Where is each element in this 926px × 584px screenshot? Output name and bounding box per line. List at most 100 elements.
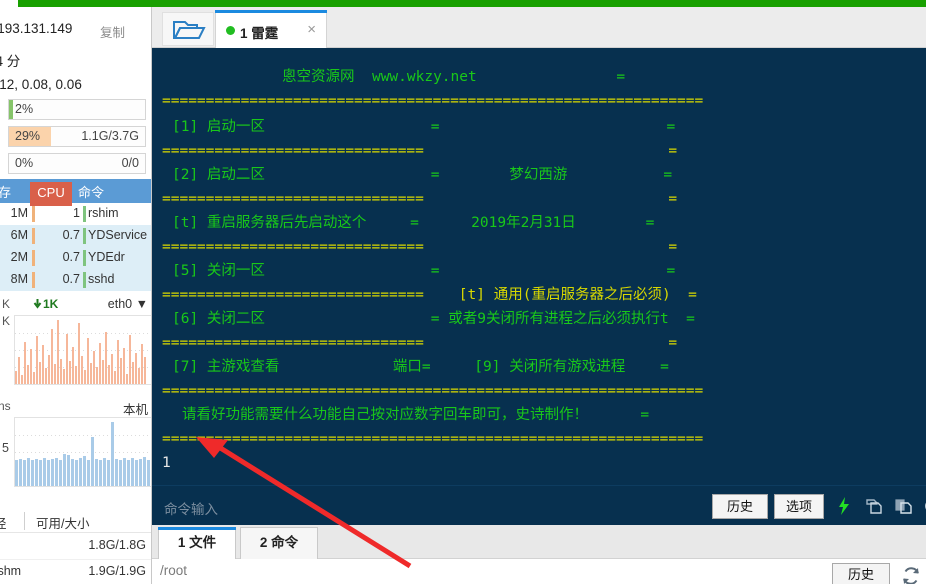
terminal-tab[interactable]: 1 雷霆 × [215,10,327,48]
console-line: [5] 关闭一区 = = [172,263,676,279]
chart-bar [81,356,83,384]
network-traffic-chart [14,315,151,385]
process-memory: 2M [10,250,28,264]
command-input-placeholder[interactable]: 命令输入 [164,498,218,518]
chart-bar [72,347,74,384]
connection-status-dot [226,26,235,35]
file-refresh-icon[interactable] [900,565,922,584]
network-interface-selector[interactable]: eth0 ▼ [108,297,148,311]
chart-bar [138,368,140,384]
table-row[interactable]: /shm 1.9G/1.9G [0,559,151,584]
chart-bar [102,360,104,384]
bolt-icon[interactable] [836,496,852,521]
connections-host-label[interactable]: 本机 [123,399,148,418]
paste-icon[interactable] [894,496,914,521]
chart-bar [48,355,50,384]
chart-bar [129,335,131,384]
chart-bar [75,460,78,486]
chart-bar [132,362,134,384]
console-line: [7] 主游戏查看 端口= [9] 关闭所有游戏进程 = [172,359,669,375]
chart-bar [19,459,22,486]
history-button[interactable]: 历史 [712,494,768,519]
network-upload-label-2: K [2,314,11,328]
file-manager-panel: 1 文件 2 命令 /root 历史 [152,525,926,584]
memory-meter-value: 1.1G/3.7G [81,129,139,143]
chart-bar [111,422,114,486]
chart-bar [117,340,119,384]
chart-bar [123,348,125,384]
connections-count: 5 [2,441,9,455]
chart-bar [59,460,62,486]
chart-bar [135,353,137,384]
chart-gridline [15,452,151,453]
process-cpu-bar [83,250,86,266]
console-line: [6] 关闭二区 = 或者9关闭所有进程之后必须执行t = [172,311,695,327]
close-icon[interactable]: × [307,21,316,38]
chart-bar [71,459,74,486]
file-history-button[interactable]: 历史 [832,563,890,584]
terminal-scrollbar[interactable] [922,48,926,523]
process-memory-bar [32,206,35,222]
options-button[interactable]: 选项 [774,494,824,519]
chart-bar [96,367,98,384]
chart-bar [51,459,54,486]
chart-bar [57,320,59,384]
chart-bar [141,344,143,384]
tab-commands[interactable]: 2 命令 [240,527,318,559]
chevron-down-icon: ▼ [135,297,148,311]
chart-bar [27,365,29,384]
console-line: ========================================… [162,93,704,109]
chart-bar [126,374,128,384]
process-command: YDEdr [88,250,125,264]
process-cpu: 0.7 [62,272,80,286]
chart-bar [111,354,113,384]
chart-bar [107,460,110,486]
refresh-icon[interactable] [922,496,926,521]
process-command: YDService [88,228,148,242]
load-average-value: 0.12, 0.08, 0.06 [0,77,82,92]
memory-meter-percent: 29% [15,129,41,143]
table-row[interactable]: 8M 0.7 sshd [0,269,151,291]
console-line: 悤空资源网 www.wkzy.net = [282,69,626,85]
chart-bar [30,349,32,384]
chart-bar [63,369,65,384]
tab-files[interactable]: 1 文件 [158,527,236,559]
chart-bar [139,459,142,486]
terminal-console-output[interactable]: 悤空资源网 www.wkzy.net = ====================… [152,48,926,523]
chart-bar [47,460,50,486]
connections-chart [14,417,151,487]
process-header-command[interactable]: 命令 [78,182,104,201]
table-row[interactable]: 6M 0.7 YDService [0,225,151,247]
chart-bar [35,459,38,486]
process-cpu-bar [83,228,86,244]
console-line: 1 [162,455,171,471]
chart-bar [78,323,80,384]
process-command: rshim [88,206,119,220]
copy-icon[interactable] [864,496,884,521]
cpu-meter-percent: 2% [15,102,34,116]
chart-bar [27,458,30,486]
chart-bar [39,460,42,486]
table-row[interactable]: / 1.8G/1.8G [0,534,151,559]
open-folder-button[interactable] [162,12,214,46]
table-row[interactable]: 2M 0.7 YDEdr [0,247,151,269]
chart-bar [95,459,98,486]
chart-bar [93,351,95,384]
chart-bar [135,460,138,486]
process-table-header: 存 CPU 命令 [0,179,151,206]
top-accent-strip [0,0,926,7]
current-directory-path[interactable]: /root [160,563,187,578]
process-cpu: 0.7 [62,250,80,264]
disk-header-size: 可用/大小 [36,517,90,531]
process-memory: 8M [10,272,28,286]
chart-bar [105,332,107,384]
process-header-memory[interactable]: 存 [0,182,11,201]
network-upload-label: K [2,297,11,311]
chart-bar [54,364,56,384]
copy-ip-button[interactable]: 复制 [100,22,125,41]
chart-bar [87,338,89,384]
console-line: ========================================… [162,431,704,447]
chart-bar [31,460,34,486]
chart-bar [21,375,23,384]
table-row[interactable]: 1M 1 rshim [0,203,151,225]
